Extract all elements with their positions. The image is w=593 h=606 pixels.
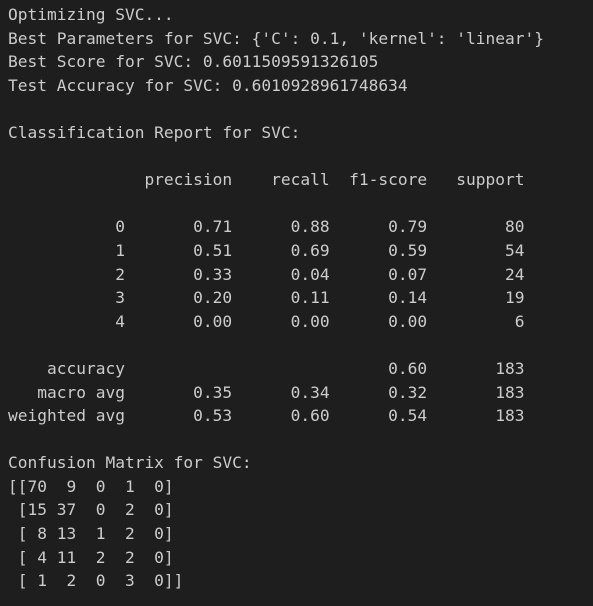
confusion-matrix-row: [ 4 11 2 2 0] [8, 547, 174, 567]
confusion-matrix-row: [ 8 13 1 2 0] [8, 524, 174, 544]
terminal-output-panel[interactable]: Optimizing SVC... Best Parameters for SV… [0, 0, 593, 606]
confusion-matrix-row: [15 37 0 2 0] [8, 500, 174, 520]
test-accuracy-line: Test Accuracy for SVC: 0.601092896174863… [8, 75, 408, 95]
best-parameters-line: Best Parameters for SVC: {'C': 0.1, 'ker… [8, 28, 545, 48]
report-row-class-1: 1 0.51 0.69 0.59 54 [8, 240, 525, 260]
confusion-matrix-title: Confusion Matrix for SVC: [8, 453, 252, 473]
report-header-row: precision recall f1-score support [8, 170, 525, 190]
report-row-accuracy: accuracy 0.60 183 [8, 358, 525, 378]
report-row-class-0: 0 0.71 0.88 0.79 80 [8, 217, 525, 237]
report-row-weighted-avg: weighted avg 0.53 0.60 0.54 183 [8, 406, 525, 426]
best-score-line: Best Score for SVC: 0.6011509591326105 [8, 52, 379, 72]
report-row-class-4: 4 0.00 0.00 0.00 6 [8, 311, 525, 331]
confusion-matrix-row: [ 1 2 0 3 0]] [8, 571, 184, 591]
classification-report-title: Classification Report for SVC: [8, 122, 301, 142]
confusion-matrix-row: [[70 9 0 1 0] [8, 476, 174, 496]
report-row-class-2: 2 0.33 0.04 0.07 24 [8, 264, 525, 284]
report-row-class-3: 3 0.20 0.11 0.14 19 [8, 288, 525, 308]
report-row-macro-avg: macro avg 0.35 0.34 0.32 183 [8, 382, 525, 402]
status-line-optimizing: Optimizing SVC... [8, 5, 174, 24]
